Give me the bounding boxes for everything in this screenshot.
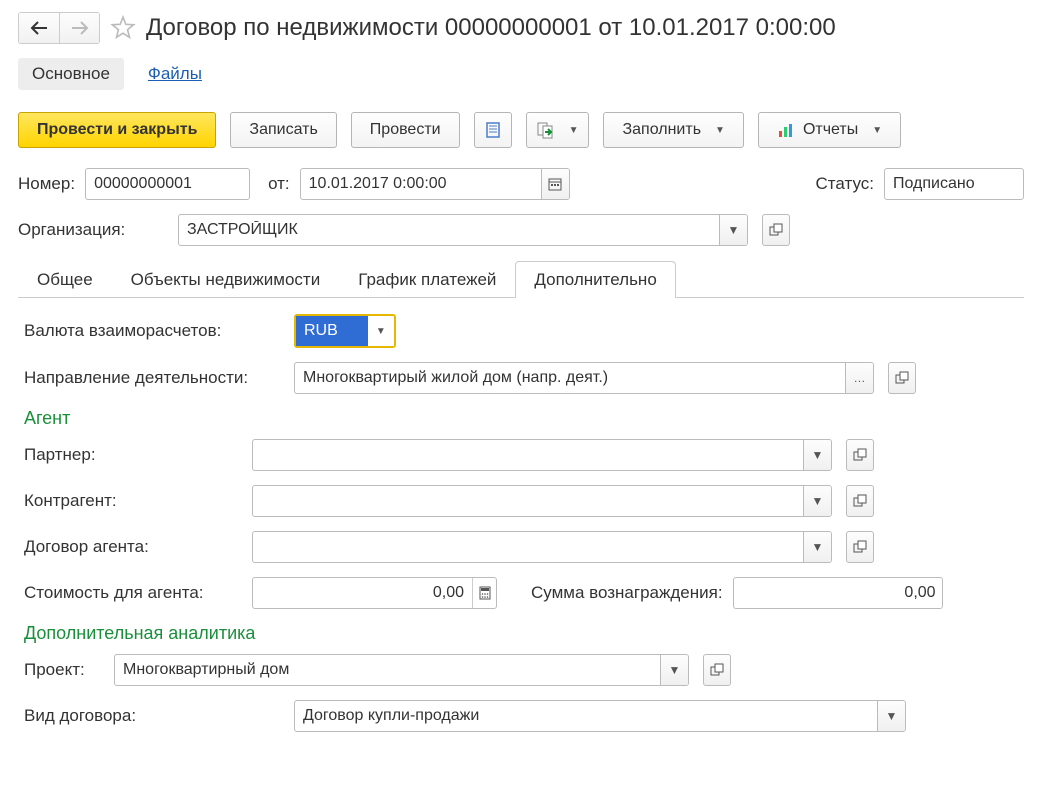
import-icon xyxy=(537,121,555,139)
project-value: Многоквартирный дом xyxy=(115,661,660,679)
partner-input[interactable]: ▼ xyxy=(252,439,832,471)
reward-label: Сумма вознаграждения: xyxy=(531,583,723,603)
tab-additional[interactable]: Дополнительно xyxy=(515,261,675,298)
forward-button[interactable] xyxy=(59,13,99,43)
open-icon xyxy=(853,494,867,508)
calculator-button[interactable] xyxy=(472,578,496,608)
dropdown-button[interactable]: ▼ xyxy=(803,486,831,516)
caret-down-icon: ▼ xyxy=(872,125,882,136)
date-value: 10.01.2017 0:00:00 xyxy=(301,175,541,193)
dropdown-button[interactable]: ▼ xyxy=(719,215,747,245)
post-and-close-button[interactable]: Провести и закрыть xyxy=(18,112,216,148)
open-button[interactable] xyxy=(703,654,731,686)
org-label: Организация: xyxy=(18,220,168,240)
analytics-heading: Дополнительная аналитика xyxy=(24,623,1018,644)
tab-content-additional: Валюта взаиморасчетов: RUB ▼ Направление… xyxy=(18,314,1024,732)
arrow-left-icon xyxy=(30,21,48,35)
caret-down-icon: ▼ xyxy=(812,448,824,462)
agent-cost-input[interactable]: 0,00 xyxy=(252,577,497,609)
date-input[interactable]: 10.01.2017 0:00:00 xyxy=(300,168,570,200)
open-button[interactable] xyxy=(888,362,916,394)
project-label: Проект: xyxy=(24,660,104,680)
counterparty-input[interactable]: ▼ xyxy=(252,485,832,517)
ellipsis-icon: … xyxy=(854,371,866,385)
status-input[interactable]: Подписано xyxy=(884,168,1024,200)
currency-label: Валюта взаиморасчетов: xyxy=(24,321,284,341)
org-input[interactable]: ЗАСТРОЙЩИК ▼ xyxy=(178,214,748,246)
list-icon xyxy=(484,121,502,139)
open-icon xyxy=(853,540,867,554)
open-icon xyxy=(710,663,724,677)
post-button[interactable]: Провести xyxy=(351,112,460,148)
ellipsis-button[interactable]: … xyxy=(845,363,873,393)
fill-button[interactable]: Заполнить ▼ xyxy=(603,112,743,148)
caret-down-icon: ▼ xyxy=(569,125,579,136)
tab-general[interactable]: Общее xyxy=(18,261,112,298)
caret-down-icon: ▼ xyxy=(715,125,725,136)
direction-value: Многоквартирый жилой дом (напр. деят.) xyxy=(295,369,845,387)
import-button[interactable]: ▼ xyxy=(526,112,590,148)
arrow-right-icon xyxy=(71,21,89,35)
contract-type-value: Договор купли-продажи xyxy=(295,707,877,725)
page-title: Договор по недвижимости 00000000001 от 1… xyxy=(146,14,836,42)
calendar-icon xyxy=(548,177,562,191)
caret-down-icon: ▼ xyxy=(812,540,824,554)
dropdown-button[interactable]: ▼ xyxy=(877,701,905,731)
agent-cost-value: 0,00 xyxy=(253,584,472,602)
content-tabs: Общее Объекты недвижимости График платеж… xyxy=(18,260,1024,298)
calculator-icon xyxy=(479,586,491,600)
open-icon xyxy=(895,371,909,385)
caret-down-icon: ▼ xyxy=(728,223,740,237)
open-icon xyxy=(769,223,783,237)
tab-schedule[interactable]: График платежей xyxy=(339,261,515,298)
dropdown-button[interactable]: ▼ xyxy=(660,655,688,685)
dropdown-button[interactable]: ▼ xyxy=(803,440,831,470)
agent-contract-input[interactable]: ▼ xyxy=(252,531,832,563)
section-tabs: Основное Файлы xyxy=(18,58,1024,90)
direction-label: Направление деятельности: xyxy=(24,368,284,388)
open-button[interactable] xyxy=(846,485,874,517)
toolbar: Провести и закрыть Записать Провести ▼ З… xyxy=(18,112,1024,148)
status-label: Статус: xyxy=(816,174,874,194)
currency-value: RUB xyxy=(296,316,368,346)
contract-type-label: Вид договора: xyxy=(24,706,284,726)
save-button[interactable]: Записать xyxy=(230,112,336,148)
back-button[interactable] xyxy=(19,13,59,43)
counterparty-label: Контрагент: xyxy=(24,491,242,511)
partner-label: Партнер: xyxy=(24,445,242,465)
reports-button-label: Отчеты xyxy=(803,121,858,139)
fill-button-label: Заполнить xyxy=(622,121,701,139)
caret-down-icon: ▼ xyxy=(669,663,681,677)
caret-down-icon: ▼ xyxy=(376,326,386,337)
number-input[interactable]: 00000000001 xyxy=(85,168,250,200)
number-label: Номер: xyxy=(18,174,75,194)
dropdown-button[interactable]: ▼ xyxy=(803,532,831,562)
open-button[interactable] xyxy=(762,214,790,246)
bar-chart-icon xyxy=(777,121,795,139)
direction-input[interactable]: Многоквартирый жилой дом (напр. деят.) … xyxy=(294,362,874,394)
list-button[interactable] xyxy=(474,112,512,148)
caret-down-icon: ▼ xyxy=(886,709,898,723)
reward-input[interactable]: 0,00 xyxy=(733,577,943,609)
agent-contract-label: Договор агента: xyxy=(24,537,242,557)
dropdown-button[interactable]: ▼ xyxy=(368,316,394,346)
agent-cost-label: Стоимость для агента: xyxy=(24,583,242,603)
project-input[interactable]: Многоквартирный дом ▼ xyxy=(114,654,689,686)
section-tab-main[interactable]: Основное xyxy=(18,58,124,90)
tab-objects[interactable]: Объекты недвижимости xyxy=(112,261,340,298)
calendar-button[interactable] xyxy=(541,169,569,199)
favorite-star-icon[interactable] xyxy=(108,13,138,43)
currency-select[interactable]: RUB ▼ xyxy=(294,314,396,348)
nav-buttons xyxy=(18,12,100,44)
open-button[interactable] xyxy=(846,439,874,471)
section-tab-files[interactable]: Файлы xyxy=(148,58,202,90)
reports-button[interactable]: Отчеты ▼ xyxy=(758,112,901,148)
from-label: от: xyxy=(268,174,290,194)
agent-heading: Агент xyxy=(24,408,1018,429)
contract-type-input[interactable]: Договор купли-продажи ▼ xyxy=(294,700,906,732)
caret-down-icon: ▼ xyxy=(812,494,824,508)
open-button[interactable] xyxy=(846,531,874,563)
org-value: ЗАСТРОЙЩИК xyxy=(179,221,719,239)
open-icon xyxy=(853,448,867,462)
